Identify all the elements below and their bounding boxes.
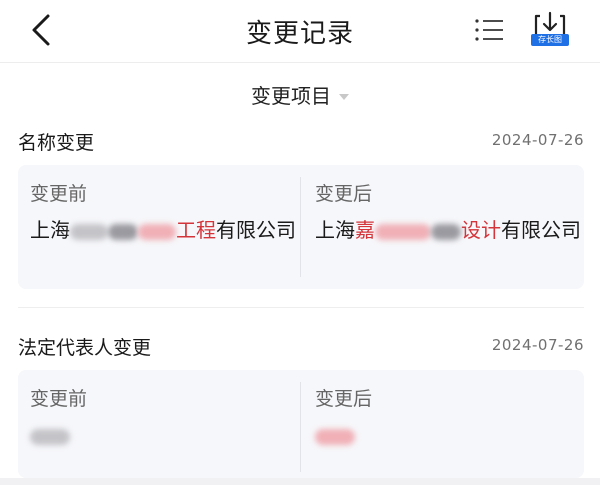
record-header: 名称变更 2024-07-26 [18, 128, 584, 156]
after-label: 变更后 [315, 388, 373, 410]
top-bar: 变更记录 存长图 [0, 0, 600, 62]
page-title: 变更记录 [245, 19, 354, 49]
record-date: 2024-07-26 [491, 131, 584, 149]
save-long-image-badge[interactable]: 存长图 [531, 34, 569, 46]
section-divider [18, 307, 584, 308]
after-column: 变更后 [301, 370, 584, 478]
record-date: 2024-07-26 [491, 336, 584, 354]
after-value [315, 419, 583, 451]
list-icon[interactable] [474, 16, 504, 44]
header-divider [0, 62, 600, 63]
record-type: 法定代表人变更 [18, 337, 152, 359]
after-label: 变更后 [315, 183, 373, 205]
before-value [30, 419, 298, 451]
before-label: 变更前 [30, 388, 88, 410]
caret-down-icon [339, 93, 349, 100]
record-header: 法定代表人变更 2024-07-26 [18, 333, 584, 361]
before-column: 变更前 上海 工程有限公司 [18, 165, 300, 289]
redacted-text [70, 223, 108, 240]
record-type: 名称变更 [18, 132, 95, 154]
bottom-edge [0, 478, 600, 485]
redacted-text [375, 223, 431, 240]
redacted-text [108, 223, 138, 240]
filter-label: 变更项目 [251, 84, 331, 108]
redacted-text [138, 223, 176, 240]
before-label: 变更前 [30, 183, 88, 205]
after-value: 上海嘉 设计有限公司 [315, 218, 581, 242]
redacted-text [315, 428, 355, 445]
change-item-filter[interactable]: 变更项目 [0, 72, 600, 120]
redacted-text [30, 428, 70, 445]
after-column: 变更后 上海嘉 设计有限公司 [301, 165, 584, 289]
before-column: 变更前 [18, 370, 300, 478]
change-card: 变更前 上海 工程有限公司 变更后 上海嘉 设计有限公司 [18, 165, 584, 289]
change-card: 变更前 变更后 [18, 370, 584, 478]
before-value: 上海 工程有限公司 [30, 218, 296, 242]
redacted-text [431, 223, 461, 240]
